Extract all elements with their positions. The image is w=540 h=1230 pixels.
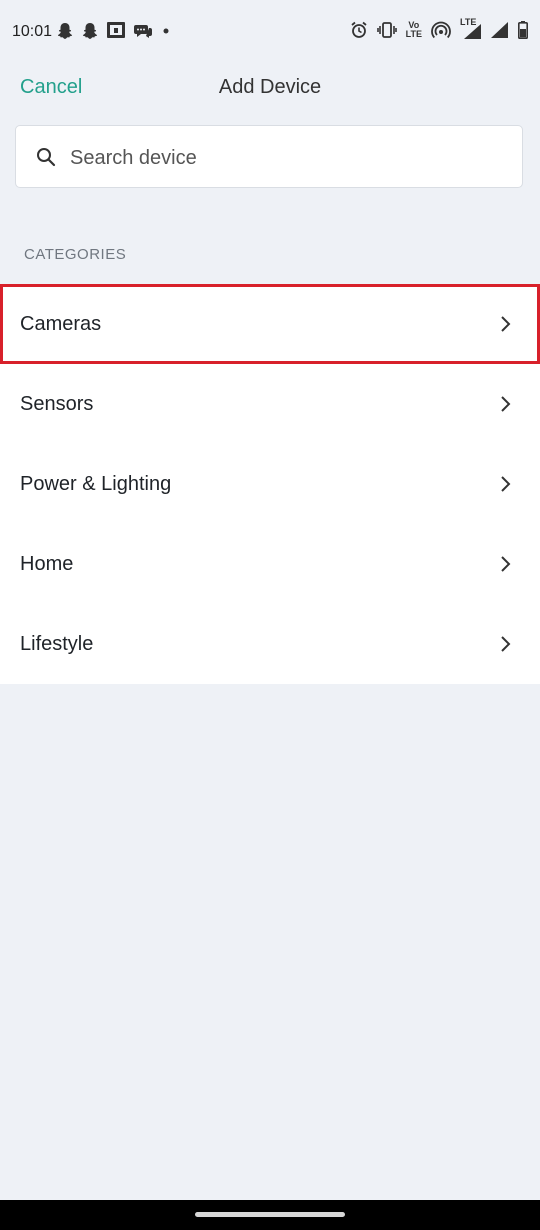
dot-icon — [163, 28, 169, 34]
home-indicator[interactable] — [195, 1212, 345, 1217]
snapchat-icon — [82, 23, 98, 39]
navigation-bar — [0, 1200, 540, 1230]
chevron-right-icon — [501, 556, 511, 572]
category-label: Cameras — [20, 312, 102, 335]
category-item-home[interactable]: Home — [0, 524, 540, 604]
vibrate-icon — [376, 22, 397, 38]
search-input[interactable] — [68, 140, 502, 176]
search-box[interactable] — [15, 125, 523, 188]
category-item-power-lighting[interactable]: Power & Lighting — [0, 444, 540, 524]
chevron-right-icon — [501, 396, 511, 412]
category-item-sensors[interactable]: Sensors — [0, 364, 540, 444]
status-bar: 10:01 Vo LTE LTE — [0, 0, 540, 66]
status-time: 10:01 — [12, 23, 53, 40]
signal-icon — [491, 22, 508, 38]
chevron-right-icon — [501, 476, 511, 492]
category-label: Lifestyle — [20, 632, 94, 655]
category-label: Home — [20, 552, 74, 575]
notification-icons — [56, 21, 172, 41]
alarm-icon — [351, 21, 367, 38]
lte-signal-icon: LTE — [460, 18, 482, 39]
categories-label: CATEGORIES — [24, 246, 127, 263]
chat-icon — [134, 25, 152, 38]
screen-icon — [107, 22, 125, 38]
category-list: Cameras Sensors Power & Lighting Home Li… — [0, 284, 540, 684]
hotspot-icon — [431, 21, 451, 39]
volte-icon: Vo LTE — [405, 20, 422, 39]
search-icon — [37, 148, 56, 167]
snapchat-icon — [57, 23, 73, 39]
category-label: Power & Lighting — [20, 472, 172, 495]
category-label: Sensors — [20, 392, 94, 415]
battery-icon — [518, 21, 528, 39]
chevron-right-icon — [501, 636, 511, 652]
category-item-cameras[interactable]: Cameras — [0, 284, 540, 364]
page-title: Add Device — [218, 76, 322, 98]
category-item-lifestyle[interactable]: Lifestyle — [0, 604, 540, 684]
system-icons: Vo LTE LTE — [350, 18, 528, 39]
chevron-right-icon — [501, 316, 511, 332]
header: Cancel Add Device — [0, 66, 540, 110]
